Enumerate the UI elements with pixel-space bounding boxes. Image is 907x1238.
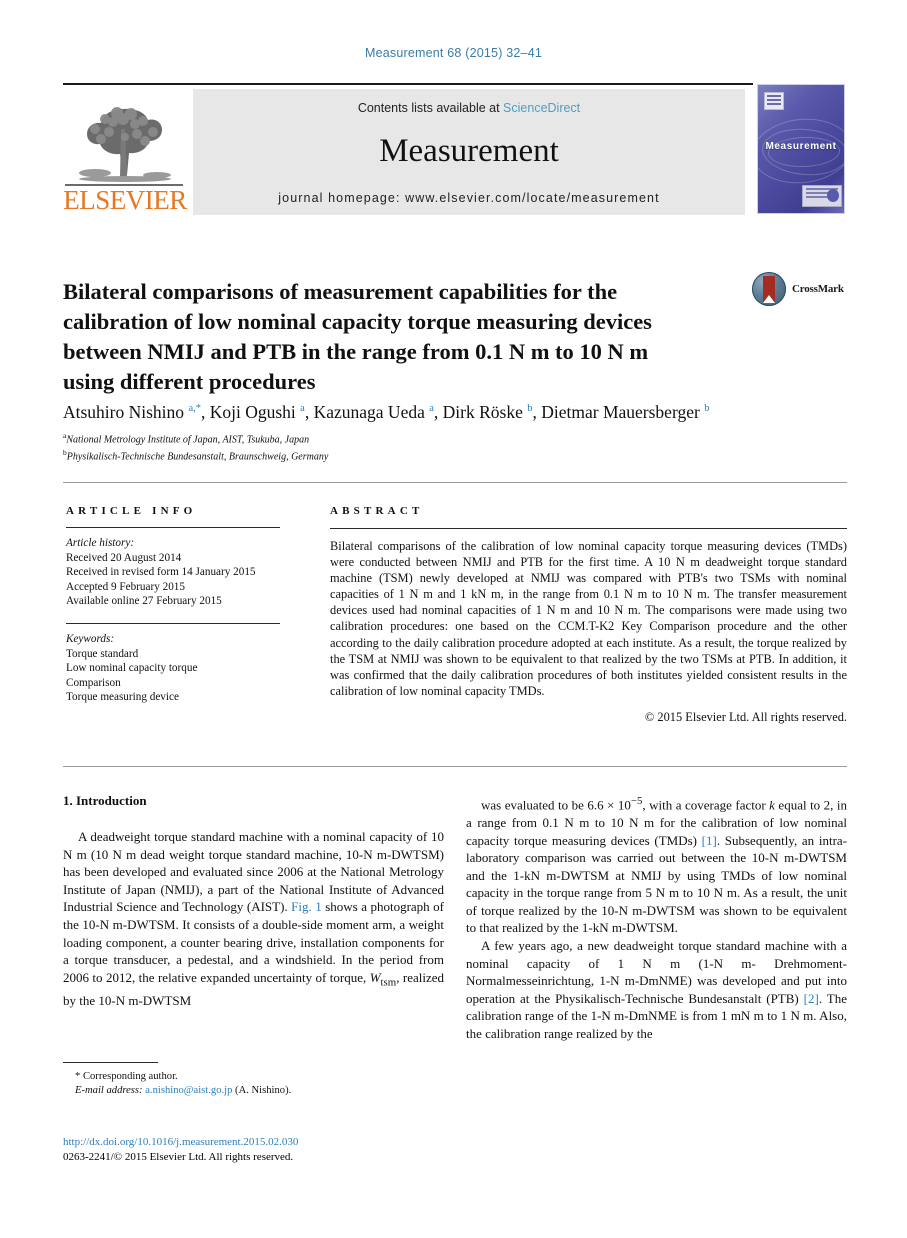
journal-homepage[interactable]: journal homepage: www.elsevier.com/locat… xyxy=(193,191,745,205)
page-title: Bilateral comparisons of measurement cap… xyxy=(63,279,652,395)
doi-link[interactable]: http://dx.doi.org/10.1016/j.measurement.… xyxy=(63,1135,444,1150)
article-info-heading: ARTICLE INFO xyxy=(66,505,197,517)
keyword-item: Comparison xyxy=(66,676,121,689)
panel-bottom-rule xyxy=(63,766,847,767)
corresponding-author-note: * Corresponding author. xyxy=(75,1071,178,1082)
abstract-text: Bilateral comparisons of the calibration… xyxy=(330,539,847,698)
journal-title: Measurement xyxy=(379,133,559,169)
footnote-rule xyxy=(63,1062,158,1063)
banner-top-rule xyxy=(63,83,847,85)
history-item: Available online 27 February 2015 xyxy=(66,595,222,608)
article-info-column: ARTICLE INFO Article history: Received 2… xyxy=(66,505,280,705)
affiliation-text-a: National Metrology Institute of Japan, A… xyxy=(66,434,310,446)
body-right-column: was evaluated to be 6.6 × 10−5, with a c… xyxy=(466,793,847,1043)
footnote-block: * Corresponding author. E-mail address: … xyxy=(63,1062,444,1098)
journal-banner: ELSEVIER Contents lists available at Sci… xyxy=(63,83,847,215)
panel-top-rule xyxy=(63,482,847,483)
abstract-rule xyxy=(330,528,847,529)
journal-cover-thumbnail: Measurement xyxy=(753,83,847,215)
cover-imeko-logo xyxy=(802,185,842,207)
keywords-block: Keywords: Torque standard Low nominal ca… xyxy=(66,632,280,705)
elsevier-wordmark: ELSEVIER xyxy=(63,185,187,215)
keyword-item: Low nominal capacity torque xyxy=(66,662,198,675)
affiliation-a: aNational Metrology Institute of Japan, … xyxy=(63,429,663,446)
intro-paragraph-right-1: was evaluated to be 6.6 × 10−5, with a c… xyxy=(466,795,847,936)
affiliation-text-b: Physikalisch-Technische Bundesanstalt, B… xyxy=(66,451,329,463)
elsevier-logo: ELSEVIER xyxy=(63,89,187,215)
article-info-rule-2 xyxy=(66,622,280,624)
article-history-label: Article history: xyxy=(66,537,135,549)
cover-badge-icon xyxy=(764,92,784,110)
article-history-block: Article history: Received 20 August 2014… xyxy=(66,536,280,609)
crossmark-icon xyxy=(752,272,786,306)
affiliation-b: bPhysikalisch-Technische Bundesanstalt, … xyxy=(63,446,663,463)
cover-artwork: Measurement xyxy=(757,84,845,214)
sciencedirect-link[interactable]: ScienceDirect xyxy=(503,101,580,115)
email-label: E-mail address: xyxy=(75,1085,143,1096)
paper-page: Measurement 68 (2015) 32–41 ELSEVIER Con… xyxy=(0,0,907,1238)
contents-prefix: Contents lists available at xyxy=(357,101,504,115)
abstract-copyright: © 2015 Elsevier Ltd. All rights reserved… xyxy=(644,709,847,724)
running-head: Measurement 68 (2015) 32–41 xyxy=(364,46,543,60)
intro-paragraph-right-2: A few years ago, a new deadweight torque… xyxy=(466,938,847,1042)
keyword-item: Torque standard xyxy=(66,647,139,660)
history-item: Accepted 9 February 2015 xyxy=(66,580,185,593)
body-left-column: 1. Introduction A deadweight torque stan… xyxy=(63,793,444,1010)
issn-copyright-line: 0263-2241/© 2015 Elsevier Ltd. All right… xyxy=(63,1150,294,1163)
history-item: Received in revised form 14 January 2015 xyxy=(66,566,256,579)
contents-lists-line: Contents lists available at ScienceDirec… xyxy=(193,101,745,115)
cover-title: Measurement xyxy=(765,141,837,152)
masthead-panel: Contents lists available at ScienceDirec… xyxy=(193,89,745,215)
elsevier-tree-icon xyxy=(65,89,183,185)
introduction-heading: 1. Introduction xyxy=(63,793,147,808)
page-footer: http://dx.doi.org/10.1016/j.measurement.… xyxy=(63,1135,444,1164)
author-list: Atsuhiro Nishino a,*, Koji Ogushi a, Kaz… xyxy=(63,401,710,422)
abstract-heading: ABSTRACT xyxy=(330,505,424,517)
email-link[interactable]: a.nishino@aist.go.jp xyxy=(145,1085,232,1096)
email-suffix: (A. Nishino). xyxy=(235,1085,292,1096)
keyword-item: Torque measuring device xyxy=(66,691,179,704)
article-info-rule-1 xyxy=(66,527,280,528)
keywords-label: Keywords: xyxy=(66,632,115,645)
crossmark-logo[interactable]: CrossMark xyxy=(752,272,847,306)
crossmark-label: CrossMark xyxy=(792,283,844,295)
abstract-column: ABSTRACT Bilateral comparisons of the ca… xyxy=(330,505,847,725)
affiliations: aNational Metrology Institute of Japan, … xyxy=(63,429,663,464)
history-item: Received 20 August 2014 xyxy=(66,551,182,564)
email-note: E-mail address: a.nishino@aist.go.jp (A.… xyxy=(63,1084,444,1098)
intro-paragraph-left: A deadweight torque standard machine wit… xyxy=(63,829,445,1008)
